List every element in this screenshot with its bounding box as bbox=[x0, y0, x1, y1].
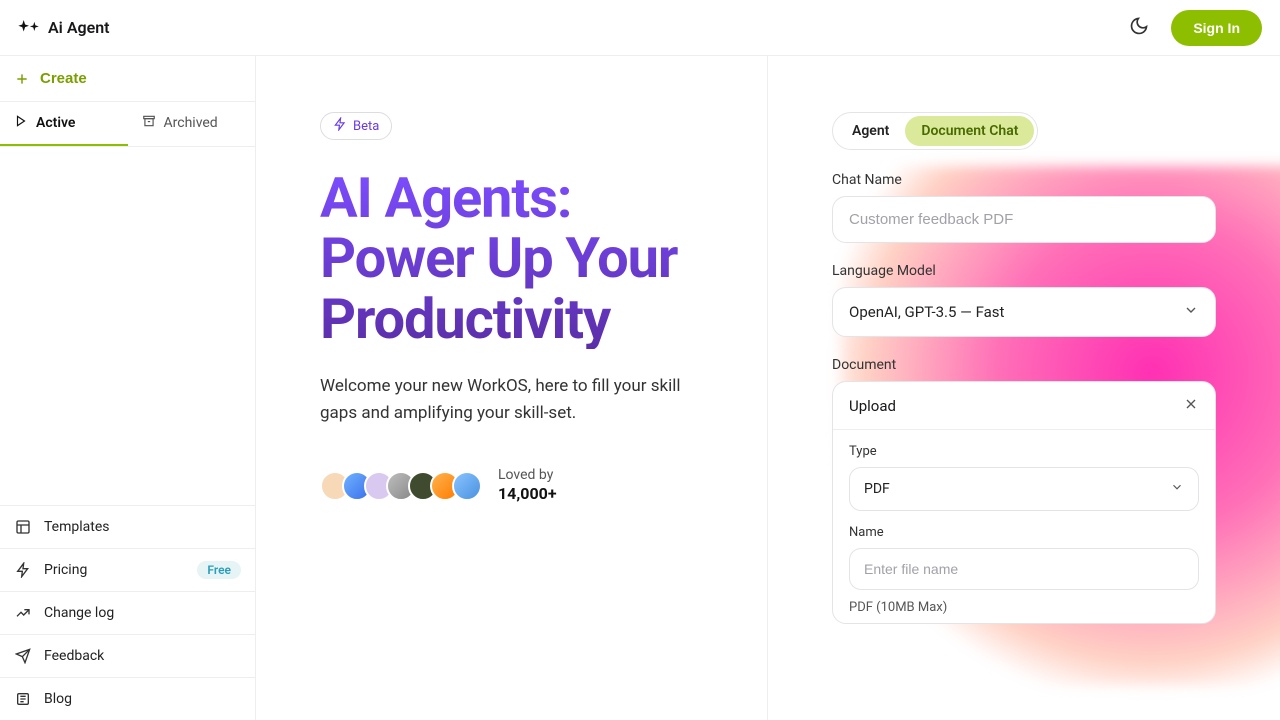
templates-icon bbox=[14, 518, 32, 536]
upload-type-label: Type bbox=[849, 444, 1199, 459]
sidebar-item-pricing[interactable]: Pricing Free bbox=[0, 548, 255, 591]
sidebar-item-label: Templates bbox=[44, 519, 110, 535]
upload-type-select[interactable]: PDF bbox=[849, 467, 1199, 511]
chat-name-label: Chat Name bbox=[832, 172, 1216, 188]
sidebar-item-templates[interactable]: Templates bbox=[0, 506, 255, 548]
create-label: Create bbox=[40, 70, 87, 87]
model-label: Language Model bbox=[832, 263, 1216, 279]
sidebar-item-label: Change log bbox=[44, 605, 114, 621]
play-icon bbox=[14, 114, 28, 132]
hero-title: AI Agents: Power Up Your Productivity bbox=[320, 168, 727, 349]
moon-icon bbox=[1129, 16, 1149, 39]
sidebar-item-changelog[interactable]: Change log bbox=[0, 591, 255, 634]
sidebar-item-feedback[interactable]: Feedback bbox=[0, 634, 255, 677]
create-button[interactable]: Create bbox=[14, 70, 87, 87]
brand-name: Ai Agent bbox=[48, 18, 110, 37]
upload-type-value: PDF bbox=[864, 481, 890, 497]
upload-name-label: Name bbox=[849, 525, 1199, 540]
chat-name-input[interactable] bbox=[832, 196, 1216, 243]
avatar bbox=[452, 471, 482, 501]
loved-count: 14,000+ bbox=[498, 484, 557, 505]
model-select[interactable]: OpenAI, GPT-3.5 — Fast bbox=[832, 287, 1216, 337]
bolt-icon bbox=[333, 117, 347, 135]
upload-file-note: PDF (10MB Max) bbox=[849, 600, 1199, 615]
mode-tab-agent[interactable]: Agent bbox=[836, 116, 905, 146]
sidebar-item-label: Blog bbox=[44, 691, 72, 707]
archive-icon bbox=[142, 114, 156, 132]
sidebar-item-label: Pricing bbox=[44, 562, 87, 578]
newspaper-icon bbox=[14, 690, 32, 708]
beta-label: Beta bbox=[353, 119, 379, 134]
brand: Ai Agent bbox=[18, 18, 110, 37]
sidebar-item-label: Feedback bbox=[44, 648, 104, 664]
bolt-icon bbox=[14, 561, 32, 579]
sidebar-item-blog[interactable]: Blog bbox=[0, 677, 255, 720]
chevron-down-icon bbox=[1183, 302, 1199, 322]
sidebar-tab-active[interactable]: Active bbox=[0, 102, 128, 146]
upload-name-input[interactable] bbox=[849, 548, 1199, 590]
avatar-stack bbox=[320, 471, 482, 501]
chevron-down-icon bbox=[1170, 480, 1184, 498]
upload-close-button[interactable] bbox=[1183, 396, 1199, 415]
upload-card: Upload Type bbox=[832, 381, 1216, 624]
signin-button[interactable]: Sign In bbox=[1171, 10, 1262, 46]
sparkle-icon bbox=[18, 20, 40, 36]
close-icon bbox=[1183, 400, 1199, 415]
sidebar-tab-archived-label: Archived bbox=[164, 115, 218, 131]
send-icon bbox=[14, 647, 32, 665]
social-proof: Loved by 14,000+ bbox=[320, 466, 727, 505]
loved-label: Loved by bbox=[498, 466, 557, 484]
trending-icon bbox=[14, 604, 32, 622]
sidebar-tab-archived[interactable]: Archived bbox=[128, 102, 256, 146]
beta-badge: Beta bbox=[320, 112, 392, 140]
mode-tab-document-chat[interactable]: Document Chat bbox=[905, 116, 1034, 146]
document-label: Document bbox=[832, 357, 1216, 373]
theme-toggle[interactable] bbox=[1123, 12, 1155, 44]
model-value: OpenAI, GPT-3.5 — Fast bbox=[849, 303, 1004, 321]
sidebar-tab-active-label: Active bbox=[36, 115, 75, 131]
free-badge: Free bbox=[197, 561, 241, 579]
plus-icon bbox=[14, 71, 30, 87]
hero-subtitle: Welcome your new WorkOS, here to fill yo… bbox=[320, 373, 700, 426]
upload-title: Upload bbox=[849, 397, 896, 415]
